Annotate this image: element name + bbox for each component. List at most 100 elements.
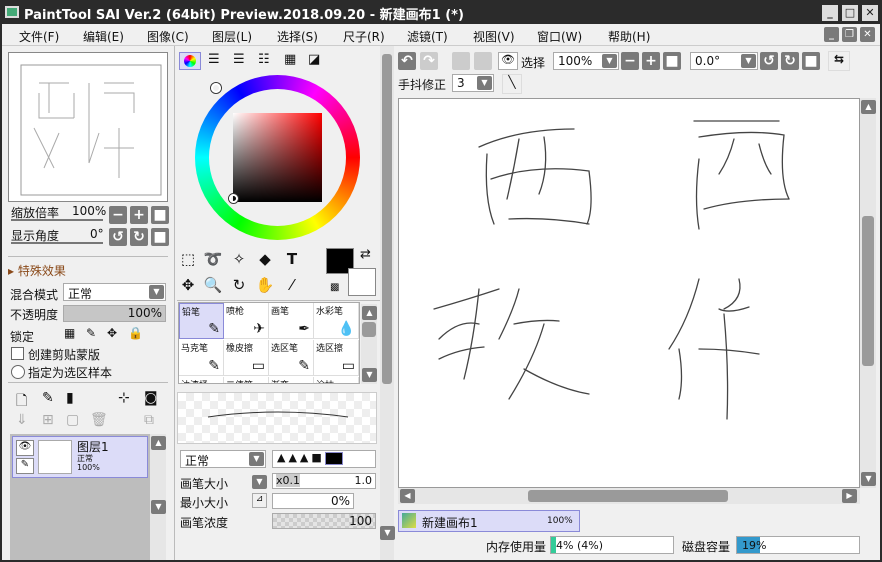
pencil-icon[interactable]: ✎ xyxy=(16,458,34,474)
lock-paint-icon[interactable]: ✎ xyxy=(86,326,96,340)
brush-slot[interactable]: 油漆桶▣ xyxy=(179,377,224,383)
canvas-zoom-reset-button[interactable]: ■ xyxy=(663,52,681,70)
doc-restore-button[interactable]: ❐ xyxy=(842,27,857,42)
canvas[interactable] xyxy=(398,98,860,488)
mask-icon[interactable]: ◙ xyxy=(144,390,158,406)
eyedropper-tool[interactable]: ⁄ xyxy=(281,274,303,296)
redo-button[interactable]: ↷ xyxy=(420,52,438,70)
scroll-thumb[interactable] xyxy=(362,322,376,337)
brush-slot[interactable]: 铅笔 ✎ xyxy=(179,303,224,339)
brush-slot[interactable]: 橡皮擦 ▭ xyxy=(224,340,269,376)
line-straighten-button[interactable]: ╲ xyxy=(502,74,522,94)
zoom-in-button[interactable]: + xyxy=(130,206,148,224)
brush-slot[interactable]: 马克笔 ✎ xyxy=(179,340,224,376)
brush-slot[interactable]: 二值笔✎ xyxy=(224,377,269,383)
chevron-down-icon[interactable]: ▼ xyxy=(741,54,756,68)
color-handle[interactable] xyxy=(229,194,238,203)
canvas-rotate-cw-button[interactable]: ↻ xyxy=(781,52,799,70)
scroll-down-button[interactable]: ▼ xyxy=(861,472,876,486)
magic-wand-tool[interactable]: ✧ xyxy=(228,248,250,270)
menu-help[interactable]: 帮助(H) xyxy=(608,28,650,45)
maximize-button[interactable]: □ xyxy=(842,5,858,21)
flip-horizontal-button[interactable]: ⇆ xyxy=(828,51,850,71)
scroll-up-button[interactable]: ▲ xyxy=(861,100,876,114)
rotate-cw-button[interactable]: ↻ xyxy=(130,228,148,246)
rgb-slider-tab[interactable]: ☰ xyxy=(208,52,220,67)
menu-select[interactable]: 选择(S) xyxy=(277,28,318,45)
menu-file[interactable]: 文件(F) xyxy=(19,28,59,45)
canvas-rotate-reset-button[interactable]: ■ xyxy=(802,52,820,70)
invert-select-button[interactable] xyxy=(474,52,492,70)
clear-icon[interactable]: ▢ xyxy=(66,412,79,428)
rotate-tool[interactable]: ↻ xyxy=(228,274,250,296)
brush-slot[interactable]: 渐变▤ xyxy=(269,377,314,383)
navigator-preview[interactable] xyxy=(8,52,168,202)
brush-scrollbar[interactable]: ▲ ▼ xyxy=(361,304,377,384)
pressure-icon[interactable]: ⊿ xyxy=(252,493,267,508)
doc-minimize-button[interactable]: _ xyxy=(824,27,839,42)
brush-slot[interactable]: 水彩笔 💧 xyxy=(314,303,359,339)
lock-all-icon[interactable]: 🔒 xyxy=(128,326,143,340)
zoom-out-button[interactable]: − xyxy=(109,206,127,224)
lock-transparency-icon[interactable]: ▦ xyxy=(64,326,75,340)
swatches-tab[interactable]: ▦ xyxy=(284,52,296,67)
clip-checkbox[interactable] xyxy=(11,347,24,360)
scroll-down-button[interactable]: ▼ xyxy=(362,368,377,382)
brush-slot[interactable]: 涂抹☝ xyxy=(314,377,359,383)
scroll-down-button[interactable]: ▼ xyxy=(151,500,166,514)
chevron-down-icon[interactable]: ▼ xyxy=(602,54,617,68)
merge-down-icon[interactable]: ⇓ xyxy=(16,412,28,428)
brush-size-slider[interactable]: x0.1 1.0 xyxy=(272,473,376,489)
angle-slider[interactable] xyxy=(11,242,103,244)
new-layer-icon[interactable]: 🗋 xyxy=(16,390,27,414)
scroll-down-button[interactable]: ▼ xyxy=(380,526,395,540)
lock-move-icon[interactable]: ✥ xyxy=(107,326,117,340)
brush-size-multiplier-button[interactable]: ▼ xyxy=(252,475,267,489)
brush-slot[interactable]: 选区笔 ✎ xyxy=(269,340,314,376)
brush-shape-selected[interactable] xyxy=(324,451,343,465)
menu-filter[interactable]: 滤镜(T) xyxy=(407,28,448,45)
undo-button[interactable]: ↶ xyxy=(398,52,416,70)
canvas-hscrollbar[interactable]: ◀ ▶ xyxy=(398,488,860,504)
deselect-button[interactable] xyxy=(452,52,470,70)
scroll-right-button[interactable]: ▶ xyxy=(842,489,857,503)
chevron-down-icon[interactable]: ▼ xyxy=(249,452,264,466)
zoom-tool[interactable]: 🔍 xyxy=(202,274,224,296)
scroll-up-button[interactable]: ▲ xyxy=(151,436,166,450)
menu-image[interactable]: 图像(C) xyxy=(147,28,189,45)
scroll-up-button[interactable]: ▲ xyxy=(362,306,377,320)
document-tab[interactable]: 新建画布1 100% xyxy=(398,510,580,532)
opacity-slider[interactable]: 100% xyxy=(63,305,166,322)
menu-edit[interactable]: 编辑(E) xyxy=(83,28,124,45)
canvas-zoom-out-button[interactable]: − xyxy=(621,52,639,70)
sample-radio[interactable] xyxy=(11,365,25,379)
brush-slot[interactable]: 选区擦 ▭ xyxy=(314,340,359,376)
brush-slot[interactable]: 画笔 ✒ xyxy=(269,303,314,339)
color-wheel-tab[interactable] xyxy=(179,52,201,70)
copy-icon[interactable]: ⧉ xyxy=(144,412,154,428)
shape-tool[interactable]: ◆ xyxy=(254,248,276,270)
layer-scrollbar[interactable]: ▲ ▼ xyxy=(150,434,166,560)
eye-icon[interactable]: 👁 xyxy=(498,52,518,70)
canvas-vscrollbar[interactable]: ▲ ▼ xyxy=(860,98,876,488)
swap-colors-icon[interactable]: ⇄ xyxy=(360,247,371,262)
scroll-thumb[interactable] xyxy=(862,216,874,366)
chevron-down-icon[interactable]: ▼ xyxy=(477,76,492,90)
effects-expander[interactable]: ▸ 特殊效果 xyxy=(8,262,66,279)
panel-scrollbar[interactable]: ▼ xyxy=(380,46,395,560)
add-icon[interactable]: ⊞ xyxy=(42,412,54,428)
scroll-thumb[interactable] xyxy=(382,54,392,384)
move-tool[interactable]: ✥ xyxy=(177,274,199,296)
canvas-rotate-ccw-button[interactable]: ↺ xyxy=(760,52,778,70)
rotate-ccw-button[interactable]: ↺ xyxy=(109,228,127,246)
transform-icon[interactable]: ⊹ xyxy=(118,390,130,406)
rotate-reset-button[interactable]: ■ xyxy=(151,228,169,246)
hue-handle[interactable] xyxy=(211,83,221,93)
chevron-down-icon[interactable]: ▼ xyxy=(149,285,164,299)
eye-icon[interactable]: 👁 xyxy=(16,440,34,456)
rect-select-tool[interactable]: ⬚ xyxy=(177,248,199,270)
density-slider[interactable]: 100 xyxy=(272,513,376,529)
new-folder-icon[interactable]: ▮ xyxy=(66,390,74,406)
scroll-thumb[interactable] xyxy=(528,490,728,502)
scroll-left-button[interactable]: ◀ xyxy=(400,489,415,503)
